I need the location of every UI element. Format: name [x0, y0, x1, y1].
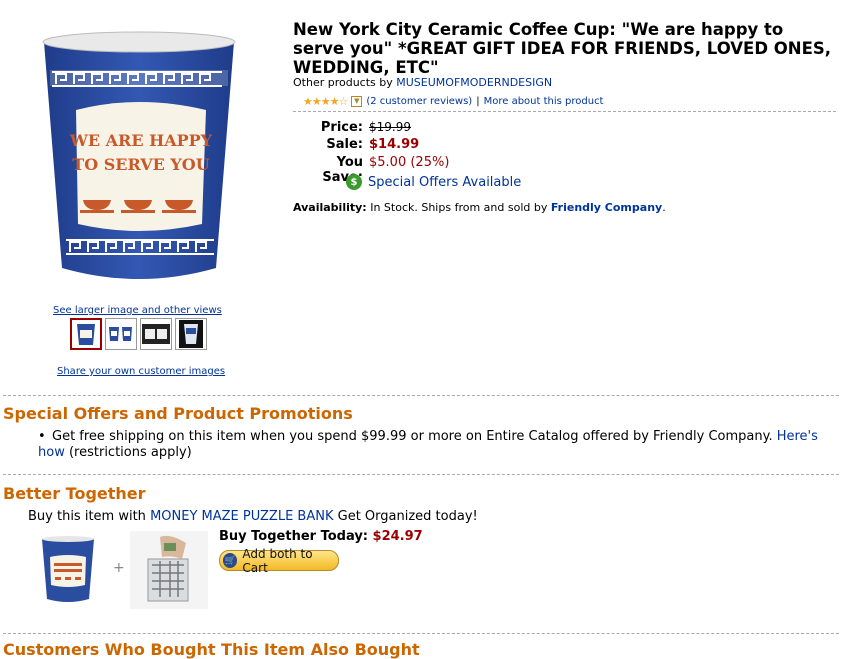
divider: [3, 395, 839, 396]
dollar-badge-icon: $: [346, 174, 362, 190]
list-price-row: Price: $19.99: [293, 120, 411, 135]
sale-label: Sale:: [326, 137, 363, 152]
seller-link[interactable]: Friendly Company: [551, 201, 662, 214]
separator: |: [476, 96, 480, 107]
buy-together-line: Buy this item with MONEY MAZE PUZZLE BAN…: [28, 509, 478, 524]
thumbnail-3[interactable]: [140, 318, 172, 350]
thumbnail-4[interactable]: [175, 318, 207, 350]
star-rating-icon[interactable]: ★★★★☆: [303, 95, 348, 108]
divider: [293, 111, 836, 112]
customer-reviews-link[interactable]: (2 customer reviews): [366, 96, 472, 107]
see-larger-image-link[interactable]: See larger image and other views: [53, 305, 222, 316]
promotion-text: Get free shipping on this item when you …: [52, 429, 773, 444]
cup-text-2: TO SERVE YOU: [72, 155, 209, 174]
brand-link[interactable]: MUSEUMOFMODERNDESIGN: [396, 76, 552, 89]
restrictions-text: (restrictions apply): [68, 445, 192, 460]
add-both-to-cart-button[interactable]: 🛒 Add both to Cart: [219, 547, 339, 575]
product-image[interactable]: WE ARE HAPPY TO SERVE YOU: [38, 28, 240, 286]
cup-thumbnail[interactable]: [40, 535, 96, 609]
byline-prefix: Other products by: [293, 76, 393, 89]
sale-price: $14.99: [369, 137, 420, 152]
buy-prefix: Buy this item with: [28, 509, 146, 524]
share-customer-images-link[interactable]: Share your own customer images: [57, 366, 225, 377]
cup-text-1: WE ARE HAPPY: [69, 131, 213, 150]
byline: Other products by MUSEUMOFMODERNDESIGN: [293, 76, 552, 89]
more-about-product-link[interactable]: More about this product: [484, 96, 604, 107]
bullet-icon: •: [38, 429, 46, 444]
list-price: $19.99: [369, 120, 411, 134]
availability-text: In Stock. Ships from and sold by: [370, 201, 548, 214]
money-maze-link[interactable]: MONEY MAZE PUZZLE BANK: [150, 509, 333, 524]
sale-price-row: Sale: $14.99: [293, 137, 419, 152]
money-maze-thumbnail[interactable]: [130, 531, 208, 613]
divider: [3, 633, 839, 634]
product-title: New York City Ceramic Coffee Cup: "We ar…: [293, 20, 832, 77]
special-offers-link[interactable]: Special Offers Available: [368, 175, 521, 190]
divider: [3, 474, 839, 475]
you-save-amount: $5.00 (25%): [369, 155, 450, 170]
thumbnail-2[interactable]: [105, 318, 137, 350]
special-offers-row: $ Special Offers Available: [346, 174, 521, 190]
availability: Availability: In Stock. Ships from and s…: [293, 201, 666, 214]
thumbnail-1[interactable]: [70, 318, 102, 350]
rating-row: ★★★★☆ ▼ (2 customer reviews) | More abou…: [303, 95, 603, 108]
cart-icon: 🛒: [223, 553, 238, 568]
plus-sign: +: [113, 560, 125, 576]
thumbnail-strip: [70, 318, 207, 350]
better-together-heading: Better Together: [3, 484, 146, 503]
add-both-label: Add both to Cart: [242, 546, 313, 575]
promotion-item: • Get free shipping on this item when you…: [38, 429, 838, 461]
availability-label: Availability:: [293, 201, 367, 214]
price-label: Price:: [320, 120, 363, 135]
chevron-down-icon[interactable]: ▼: [351, 96, 363, 107]
availability-end: .: [662, 201, 666, 214]
buy-together-label: Buy Together Today:: [219, 529, 369, 544]
buy-together-today: Buy Together Today: $24.97: [219, 529, 423, 544]
buy-together-price: $24.97: [372, 529, 423, 544]
special-offers-heading: Special Offers and Product Promotions: [3, 404, 353, 423]
buy-suffix: Get Organized today!: [337, 509, 478, 524]
